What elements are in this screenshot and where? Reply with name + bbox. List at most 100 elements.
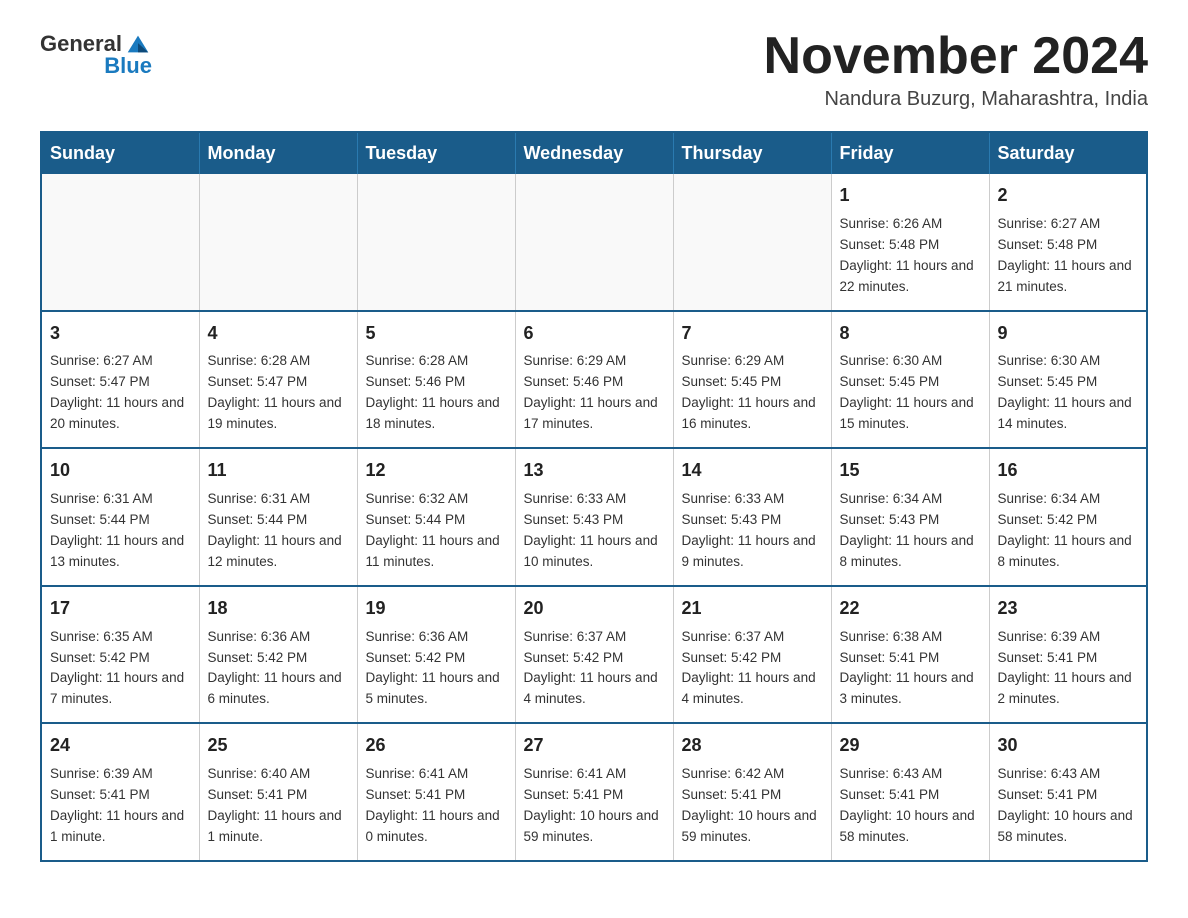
day-info: Daylight: 11 hours and 3 minutes. — [840, 668, 981, 710]
day-info: Sunrise: 6:31 AM — [208, 489, 349, 510]
day-info: Sunrise: 6:43 AM — [840, 764, 981, 785]
calendar-cell — [199, 174, 357, 311]
day-info: Sunrise: 6:30 AM — [998, 351, 1139, 372]
day-info: Daylight: 11 hours and 13 minutes. — [50, 531, 191, 573]
day-info: Sunrise: 6:27 AM — [998, 214, 1139, 235]
day-info: Sunset: 5:47 PM — [50, 372, 191, 393]
day-info: Daylight: 10 hours and 58 minutes. — [998, 806, 1139, 848]
page-header: General Blue November 2024 Nandura Buzur… — [40, 30, 1148, 111]
day-number: 18 — [208, 595, 349, 623]
day-info: Sunrise: 6:37 AM — [524, 627, 665, 648]
day-info: Daylight: 11 hours and 1 minute. — [208, 806, 349, 848]
calendar-cell — [673, 174, 831, 311]
day-info: Daylight: 10 hours and 59 minutes. — [524, 806, 665, 848]
week-row-2: 3Sunrise: 6:27 AMSunset: 5:47 PMDaylight… — [41, 311, 1147, 449]
day-info: Sunset: 5:42 PM — [524, 648, 665, 669]
logo: General Blue — [40, 30, 152, 78]
calendar-cell: 20Sunrise: 6:37 AMSunset: 5:42 PMDayligh… — [515, 586, 673, 724]
day-info: Sunset: 5:41 PM — [840, 648, 981, 669]
day-info: Sunrise: 6:29 AM — [524, 351, 665, 372]
day-info: Sunrise: 6:33 AM — [682, 489, 823, 510]
day-info: Daylight: 11 hours and 16 minutes. — [682, 393, 823, 435]
calendar-cell: 12Sunrise: 6:32 AMSunset: 5:44 PMDayligh… — [357, 448, 515, 586]
week-row-1: 1Sunrise: 6:26 AMSunset: 5:48 PMDaylight… — [41, 174, 1147, 311]
day-info: Sunrise: 6:42 AM — [682, 764, 823, 785]
day-info: Sunrise: 6:32 AM — [366, 489, 507, 510]
calendar-cell: 14Sunrise: 6:33 AMSunset: 5:43 PMDayligh… — [673, 448, 831, 586]
calendar-cell: 29Sunrise: 6:43 AMSunset: 5:41 PMDayligh… — [831, 723, 989, 861]
day-number: 10 — [50, 457, 191, 485]
day-info: Daylight: 11 hours and 1 minute. — [50, 806, 191, 848]
calendar-cell: 15Sunrise: 6:34 AMSunset: 5:43 PMDayligh… — [831, 448, 989, 586]
day-info: Sunrise: 6:41 AM — [366, 764, 507, 785]
day-info: Sunset: 5:45 PM — [998, 372, 1139, 393]
day-number: 30 — [998, 732, 1139, 760]
col-header-sunday: Sunday — [41, 132, 199, 174]
day-number: 19 — [366, 595, 507, 623]
day-info: Daylight: 11 hours and 0 minutes. — [366, 806, 507, 848]
day-info: Daylight: 11 hours and 8 minutes. — [840, 531, 981, 573]
day-info: Sunset: 5:42 PM — [50, 648, 191, 669]
day-number: 29 — [840, 732, 981, 760]
day-number: 15 — [840, 457, 981, 485]
day-info: Sunrise: 6:37 AM — [682, 627, 823, 648]
calendar-table: SundayMondayTuesdayWednesdayThursdayFrid… — [40, 131, 1148, 862]
calendar-cell: 4Sunrise: 6:28 AMSunset: 5:47 PMDaylight… — [199, 311, 357, 449]
day-info: Sunrise: 6:35 AM — [50, 627, 191, 648]
day-info: Sunset: 5:44 PM — [50, 510, 191, 531]
week-row-3: 10Sunrise: 6:31 AMSunset: 5:44 PMDayligh… — [41, 448, 1147, 586]
calendar-cell: 13Sunrise: 6:33 AMSunset: 5:43 PMDayligh… — [515, 448, 673, 586]
week-row-5: 24Sunrise: 6:39 AMSunset: 5:41 PMDayligh… — [41, 723, 1147, 861]
day-number: 4 — [208, 320, 349, 348]
calendar-cell: 23Sunrise: 6:39 AMSunset: 5:41 PMDayligh… — [989, 586, 1147, 724]
day-info: Sunset: 5:41 PM — [998, 648, 1139, 669]
day-info: Sunset: 5:48 PM — [998, 235, 1139, 256]
day-info: Daylight: 11 hours and 4 minutes. — [524, 668, 665, 710]
calendar-cell: 5Sunrise: 6:28 AMSunset: 5:46 PMDaylight… — [357, 311, 515, 449]
day-info: Sunset: 5:44 PM — [208, 510, 349, 531]
day-number: 22 — [840, 595, 981, 623]
title-block: November 2024 Nandura Buzurg, Maharashtr… — [764, 30, 1148, 111]
calendar-cell: 11 Sunrise: 6:31 AMSunset: 5:44 PMDayligh… — [199, 448, 357, 586]
calendar-cell: 1Sunrise: 6:26 AMSunset: 5:48 PMDaylight… — [831, 174, 989, 311]
calendar-cell: 19Sunrise: 6:36 AMSunset: 5:42 PMDayligh… — [357, 586, 515, 724]
day-number: 2 — [998, 182, 1139, 210]
calendar-cell: 18Sunrise: 6:36 AMSunset: 5:42 PMDayligh… — [199, 586, 357, 724]
col-header-monday: Monday — [199, 132, 357, 174]
day-info: Sunset: 5:43 PM — [840, 510, 981, 531]
calendar-cell: 26 Sunrise: 6:41 AMSunset: 5:41 PMDayligh… — [357, 723, 515, 861]
day-info: Sunset: 5:43 PM — [524, 510, 665, 531]
calendar-header: SundayMondayTuesdayWednesdayThursdayFrid… — [41, 132, 1147, 174]
calendar-cell: 27Sunrise: 6:41 AMSunset: 5:41 PMDayligh… — [515, 723, 673, 861]
day-number: 17 — [50, 595, 191, 623]
day-info: Sunset: 5:41 PM — [50, 785, 191, 806]
day-info: Sunset: 5:41 PM — [840, 785, 981, 806]
day-number: 8 — [840, 320, 981, 348]
day-number: 26 — [366, 732, 507, 760]
day-number: 1 — [840, 182, 981, 210]
day-info: Sunrise: 6:28 AM — [366, 351, 507, 372]
day-number: 16 — [998, 457, 1139, 485]
day-info: Daylight: 11 hours and 12 minutes. — [208, 531, 349, 573]
day-info: Sunset: 5:41 PM — [998, 785, 1139, 806]
day-info: Sunrise: 6:36 AM — [208, 627, 349, 648]
day-info: Sunset: 5:48 PM — [840, 235, 981, 256]
day-number: 5 — [366, 320, 507, 348]
calendar-cell — [515, 174, 673, 311]
calendar-cell: 8Sunrise: 6:30 AMSunset: 5:45 PMDaylight… — [831, 311, 989, 449]
day-number: 6 — [524, 320, 665, 348]
col-header-saturday: Saturday — [989, 132, 1147, 174]
day-info: Daylight: 11 hours and 11 minutes. — [366, 531, 507, 573]
day-info: Sunset: 5:41 PM — [366, 785, 507, 806]
day-info: Daylight: 11 hours and 20 minutes. — [50, 393, 191, 435]
calendar-cell: 2Sunrise: 6:27 AMSunset: 5:48 PMDaylight… — [989, 174, 1147, 311]
day-info: Sunrise: 6:36 AM — [366, 627, 507, 648]
day-info: Daylight: 11 hours and 18 minutes. — [366, 393, 507, 435]
day-info: Sunset: 5:42 PM — [208, 648, 349, 669]
day-info: Daylight: 11 hours and 9 minutes. — [682, 531, 823, 573]
day-info: Sunset: 5:42 PM — [682, 648, 823, 669]
day-number: 7 — [682, 320, 823, 348]
day-number: 12 — [366, 457, 507, 485]
day-number: 11 — [208, 457, 349, 485]
day-info: Sunset: 5:41 PM — [208, 785, 349, 806]
